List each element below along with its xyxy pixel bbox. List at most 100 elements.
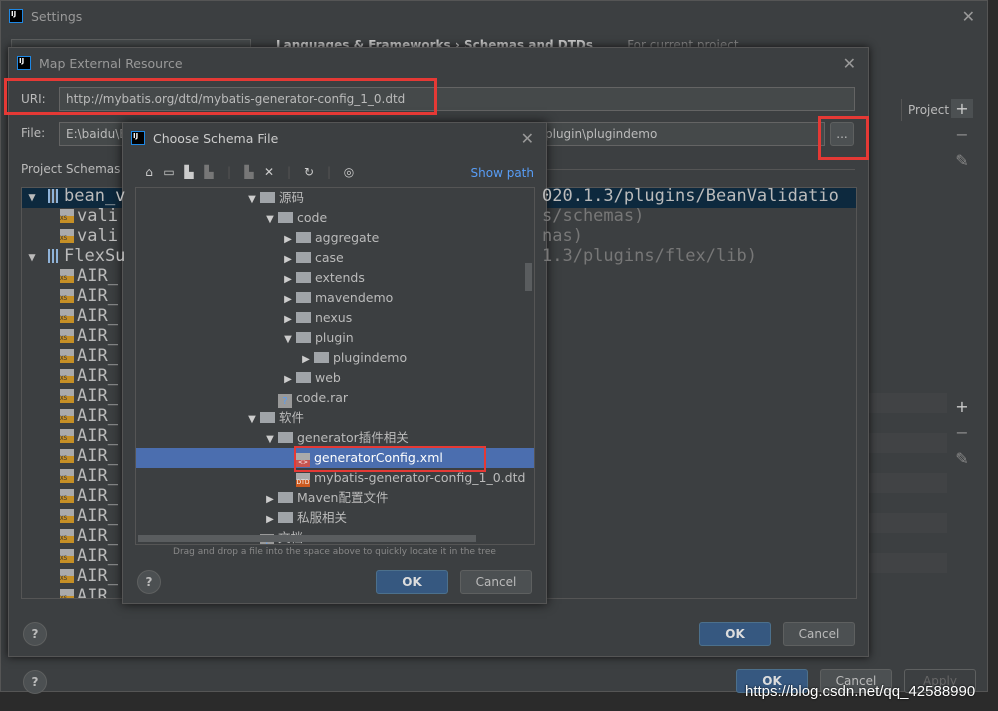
collapse-arrow-icon[interactable]: ▼ <box>262 210 278 230</box>
schema-row[interactable]: XS AIR_ <box>22 446 118 466</box>
schema-row[interactable]: XS vali <box>22 226 118 246</box>
schema-row[interactable]: XS AIR_ <box>22 346 118 366</box>
tree-node[interactable]: ▶ 私服相关 <box>136 508 534 528</box>
schema-row[interactable]: XS AIR_ <box>22 266 118 286</box>
map-help-button[interactable]: ? <box>23 622 47 646</box>
tree-node-label: plugin <box>315 330 354 345</box>
show-path-link[interactable]: Show path <box>471 166 534 180</box>
schema-row[interactable]: XS vali <box>22 206 118 226</box>
schema-row[interactable]: XS AIR_ <box>22 326 118 346</box>
file-tree[interactable]: ▼ 源码 ▼ code ▶ aggregate ▶ case ▶ extends ▶ mavendem… <box>135 187 535 545</box>
schema-name: AIR_ <box>77 266 118 286</box>
chooser-close-icon[interactable]: ✕ <box>521 129 534 148</box>
schema-row[interactable]: XS AIR_ <box>22 406 118 426</box>
refresh-icon[interactable]: ↻ <box>299 165 319 179</box>
tree-node-label: 私服相关 <box>297 510 348 525</box>
chooser-help-button[interactable]: ? <box>137 570 161 594</box>
settings-close-icon[interactable]: ✕ <box>962 7 975 26</box>
add-icon[interactable]: + <box>951 99 973 118</box>
collapse-arrow-icon[interactable]: ▼ <box>244 410 260 430</box>
schema-name: AIR_ <box>77 486 118 506</box>
collapse-arrow-icon[interactable]: ▼ <box>244 190 260 210</box>
schema-row[interactable]: XS AIR_ <box>22 486 118 506</box>
tree-node[interactable]: ▶ aggregate <box>136 228 534 248</box>
module-folder-icon[interactable]: ▙ <box>199 165 219 179</box>
tree-node[interactable]: ▶ plugindemo <box>136 348 534 368</box>
xsd-file-icon: XS <box>60 369 74 383</box>
schema-row[interactable]: XS AIR_ <box>22 286 118 306</box>
schema-row[interactable]: XS AIR_ <box>22 526 118 546</box>
tree-node[interactable]: ▼ generator插件相关 <box>136 428 534 448</box>
schema-row[interactable]: XS AIR_ <box>22 386 118 406</box>
expand-arrow-icon[interactable]: ▶ <box>262 510 278 530</box>
library-icon <box>48 249 58 263</box>
hidden-files-icon[interactable]: ◎ <box>339 165 359 179</box>
tree-node[interactable]: ▶ mavendemo <box>136 288 534 308</box>
vertical-scrollbar[interactable] <box>525 263 532 291</box>
tree-node[interactable]: ? code.rar <box>136 388 534 408</box>
schema-row[interactable]: XS AIR_ <box>22 366 118 386</box>
tree-node[interactable]: ▼ 软件 <box>136 408 534 428</box>
tree-node[interactable]: ▶ web <box>136 368 534 388</box>
settings-titlebar: IJ Settings <box>1 1 987 31</box>
schema-row[interactable]: XS AIR_ <box>22 466 118 486</box>
tree-node[interactable]: ▼ plugin <box>136 328 534 348</box>
folder-icon <box>296 272 311 283</box>
collapse-arrow-icon[interactable]: ▼ <box>262 430 278 450</box>
expand-arrow-icon[interactable]: ▶ <box>280 230 296 250</box>
collapse-arrow-icon[interactable]: ▼ <box>280 330 296 350</box>
tree-node[interactable]: ▶ extends <box>136 268 534 288</box>
map-ok-button[interactable]: OK <box>699 622 771 646</box>
remove-icon[interactable]: − <box>951 423 973 442</box>
expand-arrow-icon[interactable]: ▶ <box>280 270 296 290</box>
file-path-end: plugin\plugindemo <box>545 127 658 141</box>
remove-icon[interactable]: − <box>951 125 973 144</box>
chooser-cancel-button[interactable]: Cancel <box>460 570 532 594</box>
schema-row[interactable]: XS AIR_ <box>22 566 118 586</box>
expand-arrow-icon[interactable]: ▶ <box>280 250 296 270</box>
tree-node[interactable]: ▶ Maven配置文件 <box>136 488 534 508</box>
map-cancel-button[interactable]: Cancel <box>783 622 855 646</box>
edit-icon[interactable]: ✎ <box>951 449 973 468</box>
project-folder-icon[interactable]: ▙ <box>179 165 199 179</box>
folder-icon <box>296 252 311 263</box>
desktop-icon[interactable]: ▭ <box>159 165 179 179</box>
schema-row[interactable]: XS AIR <box>22 586 108 598</box>
xsd-file-icon: XS <box>60 389 74 403</box>
column-header-project[interactable]: Project <box>901 99 951 121</box>
schema-row[interactable]: XS AIR_ <box>22 506 118 526</box>
add-icon[interactable]: + <box>951 397 973 416</box>
horizontal-scrollbar[interactable] <box>138 535 476 542</box>
settings-help-button[interactable]: ? <box>23 670 47 694</box>
tree-node[interactable]: ▼ code <box>136 208 534 228</box>
schema-path: s/schemas) <box>542 206 645 226</box>
tree-node[interactable]: ▼ 源码 <box>136 188 534 208</box>
map-titlebar: IJ Map External Resource <box>9 48 868 78</box>
delete-icon[interactable]: ✕ <box>259 165 279 179</box>
expand-arrow-icon[interactable]: ▶ <box>298 350 314 370</box>
schema-name: AIR_ <box>77 366 118 386</box>
expand-arrow-icon[interactable]: ▶ <box>280 290 296 310</box>
expand-arrow-icon[interactable]: ▼ <box>22 247 42 267</box>
schema-row[interactable]: XS AIR_ <box>22 426 118 446</box>
expand-arrow-icon[interactable]: ▶ <box>280 370 296 390</box>
schema-row[interactable]: XS AIR_ <box>22 306 118 326</box>
schema-name: AIR_ <box>77 526 118 546</box>
tree-node[interactable]: ▶ nexus <box>136 308 534 328</box>
edit-icon[interactable]: ✎ <box>951 151 973 170</box>
schema-name: AIR_ <box>77 406 118 426</box>
expand-arrow-icon[interactable]: ▶ <box>280 310 296 330</box>
schema-row[interactable]: ▼ bean_v <box>22 188 125 207</box>
tree-node-label: generator插件相关 <box>297 430 409 445</box>
home-icon[interactable]: ⌂ <box>139 165 159 179</box>
map-close-icon[interactable]: ✕ <box>843 54 856 73</box>
expand-arrow-icon[interactable]: ▼ <box>22 188 42 207</box>
schema-row[interactable]: ▼ FlexSu <box>22 246 125 266</box>
new-folder-icon[interactable]: ▙ <box>239 165 259 179</box>
chooser-ok-button[interactable]: OK <box>376 570 448 594</box>
xsd-file-icon: XS <box>60 269 74 283</box>
tree-node[interactable]: ▶ case <box>136 248 534 268</box>
schema-row[interactable]: XS AIR_ <box>22 546 118 566</box>
expand-arrow-icon[interactable]: ▶ <box>262 490 278 510</box>
map-title: Map External Resource <box>39 55 183 71</box>
